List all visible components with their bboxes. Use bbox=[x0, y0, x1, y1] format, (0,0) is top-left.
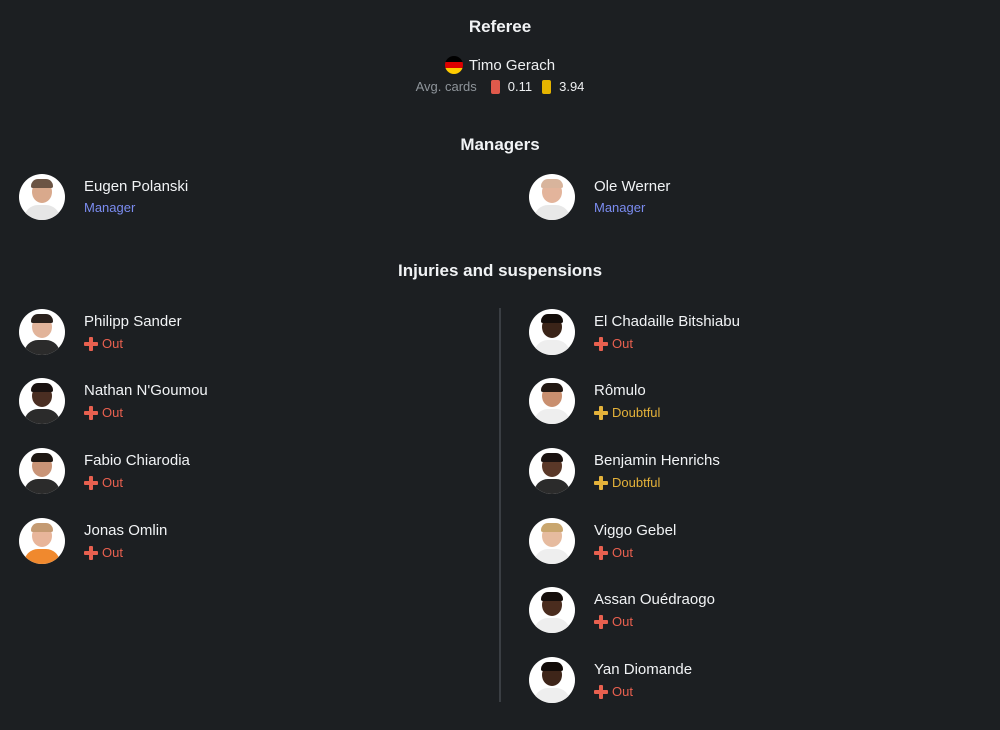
referee-name: Timo Gerach bbox=[468, 56, 556, 74]
injury-status: Doubtful bbox=[594, 404, 660, 422]
player-name: Nathan N'Goumou bbox=[84, 381, 208, 399]
avatar bbox=[19, 378, 65, 424]
injury-status: Doubtful bbox=[594, 474, 720, 492]
plus-icon bbox=[594, 684, 608, 699]
avatar bbox=[529, 657, 575, 703]
referee-avg-cards: Avg. cards 0.11 3.94 bbox=[0, 79, 1000, 94]
avatar bbox=[529, 518, 575, 564]
injured-player-row[interactable]: Nathan N'Goumou Out bbox=[19, 377, 208, 425]
avatar bbox=[19, 309, 65, 355]
plus-icon bbox=[84, 475, 98, 490]
manager-name: Eugen Polanski bbox=[84, 178, 189, 195]
player-name: Fabio Chiarodia bbox=[84, 451, 190, 469]
plus-icon bbox=[84, 336, 98, 351]
injury-status: Out bbox=[84, 335, 182, 353]
injury-status: Out bbox=[594, 683, 692, 701]
injury-status: Out bbox=[594, 335, 740, 353]
avg-cards-label: Avg. cards bbox=[415, 79, 477, 94]
red-card-icon bbox=[490, 79, 500, 94]
avatar bbox=[529, 448, 575, 494]
referee-section-title: Referee bbox=[468, 17, 532, 36]
status-label: Out bbox=[102, 335, 123, 351]
plus-icon bbox=[594, 336, 608, 351]
yellow-card-average: 3.94 bbox=[559, 79, 585, 94]
germany-flag-icon bbox=[444, 56, 463, 74]
player-name: Yan Diomande bbox=[594, 660, 693, 678]
avatar bbox=[529, 174, 575, 220]
manager-home[interactable]: Eugen Polanski Manager bbox=[19, 173, 188, 221]
injury-status: Out bbox=[84, 544, 167, 562]
injury-status: Out bbox=[594, 613, 715, 631]
injured-player-row[interactable]: Benjamin Henrichs Doubtful bbox=[529, 447, 720, 495]
status-label: Out bbox=[612, 544, 633, 560]
manager-role: Manager bbox=[84, 200, 136, 215]
plus-icon bbox=[594, 475, 608, 490]
avatar bbox=[529, 309, 575, 355]
plus-icon bbox=[594, 614, 608, 629]
injuries-section-title: Injuries and suspensions bbox=[397, 261, 603, 280]
injured-player-row[interactable]: Assan Ouédraogo Out bbox=[529, 586, 715, 634]
manager-name: Ole Werner bbox=[594, 178, 671, 195]
plus-icon bbox=[594, 405, 608, 420]
match-lineup-info-panel: Referee Timo Gerach Avg. cards 0.11 3.94… bbox=[0, 0, 1000, 730]
injured-player-row[interactable]: Rômulo Doubtful bbox=[529, 377, 660, 425]
status-label: Out bbox=[612, 613, 633, 629]
player-name: El Chadaille Bitshiabu bbox=[594, 312, 740, 330]
avatar bbox=[529, 587, 575, 633]
manager-away[interactable]: Ole Werner Manager bbox=[529, 173, 670, 221]
injured-player-row[interactable]: El Chadaille Bitshiabu Out bbox=[529, 308, 740, 356]
status-label: Out bbox=[612, 683, 633, 699]
avatar bbox=[19, 174, 65, 220]
injured-player-row[interactable]: Viggo Gebel Out bbox=[529, 517, 676, 565]
plus-icon bbox=[594, 545, 608, 560]
player-name: Jonas Omlin bbox=[84, 521, 168, 539]
status-label: Doubtful bbox=[612, 404, 661, 420]
avatar bbox=[19, 518, 65, 564]
status-label: Out bbox=[102, 404, 123, 420]
player-name: Assan Ouédraogo bbox=[594, 590, 715, 608]
plus-icon bbox=[84, 545, 98, 560]
player-name: Philipp Sander bbox=[84, 312, 182, 330]
injured-player-row[interactable]: Fabio Chiarodia Out bbox=[19, 447, 190, 495]
manager-role: Manager bbox=[594, 200, 646, 215]
status-label: Doubtful bbox=[612, 474, 661, 490]
plus-icon bbox=[84, 405, 98, 420]
managers-section-title: Managers bbox=[460, 135, 540, 154]
injury-status: Out bbox=[84, 474, 190, 492]
player-name: Rômulo bbox=[594, 381, 646, 399]
referee-row[interactable]: Timo Gerach bbox=[0, 56, 1000, 74]
injury-status: Out bbox=[594, 544, 676, 562]
injury-status: Out bbox=[84, 404, 208, 422]
player-name: Viggo Gebel bbox=[594, 521, 677, 539]
status-label: Out bbox=[612, 335, 633, 351]
injured-player-row[interactable]: Jonas Omlin Out bbox=[19, 517, 167, 565]
avatar bbox=[19, 448, 65, 494]
column-divider bbox=[499, 308, 501, 702]
injured-player-row[interactable]: Philipp Sander Out bbox=[19, 308, 182, 356]
player-name: Benjamin Henrichs bbox=[594, 451, 720, 469]
status-label: Out bbox=[102, 474, 123, 490]
red-card-average: 0.11 bbox=[507, 79, 533, 94]
status-label: Out bbox=[102, 544, 123, 560]
avatar bbox=[529, 378, 575, 424]
yellow-card-icon bbox=[542, 79, 552, 94]
injured-player-row[interactable]: Yan Diomande Out bbox=[529, 656, 692, 704]
